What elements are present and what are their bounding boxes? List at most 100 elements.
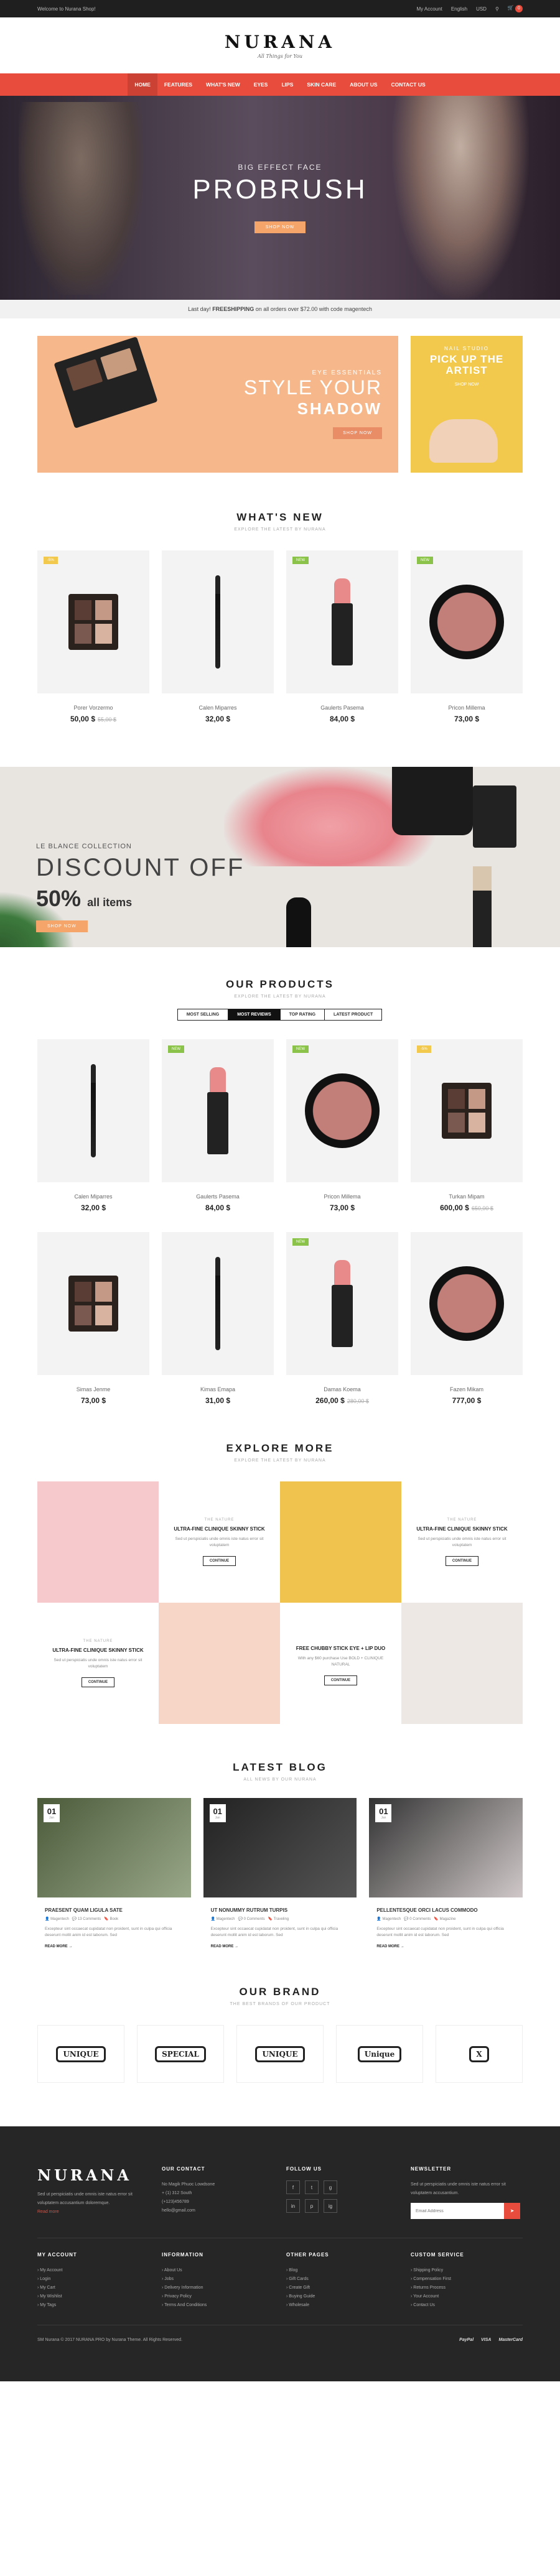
site-logo[interactable]: NURANA (225, 32, 335, 52)
footer-link[interactable]: › My Tags (37, 2301, 149, 2310)
nav-whats-new[interactable]: WHAT'S NEW (199, 73, 247, 96)
footer-link[interactable]: › My Account (37, 2266, 149, 2275)
nav-about-us[interactable]: ABOUT US (343, 73, 384, 96)
newsletter-submit-icon[interactable]: ➤ (504, 2203, 520, 2219)
footer-link[interactable]: › Delivery Information (162, 2284, 274, 2292)
hero-shop-button[interactable]: SHOP NOW (254, 221, 306, 233)
newsletter-email-input[interactable] (411, 2203, 504, 2219)
blog-read-more[interactable]: READ MORE → (203, 1945, 357, 1948)
product-name[interactable]: Porer Vorzermo (37, 705, 149, 711)
footer-readmore[interactable]: Read more (37, 2208, 149, 2217)
product-name[interactable]: Gaulerts Pasema (162, 1193, 274, 1200)
blog-card[interactable]: 01 Jan PRAESENT QUAM LIGULA SATE 👤 Magent… (37, 1798, 191, 1948)
brand-logo[interactable]: Unique (336, 2025, 423, 2083)
discount-banner[interactable]: LE BLANCE COLLECTION DISCOUNT OFF 50% al… (0, 767, 560, 947)
blog-read-more[interactable]: READ MORE → (369, 1945, 523, 1948)
social-icon[interactable]: f (286, 2180, 300, 2194)
whats-new-card[interactable]: -5% Porer Vorzermo 50,00 $55,00 $ (37, 550, 149, 723)
footer-link[interactable]: › Returns Process (411, 2284, 523, 2292)
promo1-button[interactable]: SHOP NOW (333, 427, 382, 439)
blog-image[interactable]: 01 Jan (37, 1798, 191, 1897)
social-icon[interactable]: ig (324, 2199, 337, 2213)
footer-link[interactable]: › Compensation First (411, 2275, 523, 2284)
footer-link[interactable]: › Jobs (162, 2275, 274, 2284)
blog-title[interactable]: PELLENTESQUE ORCI LACUS COMMODO (369, 1907, 523, 1913)
product-name[interactable]: Damas Koema (286, 1386, 398, 1392)
blog-image[interactable]: 01 Jan (203, 1798, 357, 1897)
cart-icon[interactable]: 🛒 0 (508, 5, 523, 12)
brand-logo[interactable]: X (436, 2025, 523, 2083)
product-name[interactable]: Calen Miparres (37, 1193, 149, 1200)
explore-continue-button[interactable]: CONTINUE (324, 1675, 358, 1685)
product-name[interactable]: Pricon Millema (411, 705, 523, 711)
product-image[interactable]: NEW (411, 550, 523, 693)
nav-skin-care[interactable]: SKIN CARE (300, 73, 343, 96)
footer-link[interactable]: › Gift Cards (286, 2275, 398, 2284)
social-icon[interactable]: g (324, 2180, 337, 2194)
footer-link[interactable]: › Contact Us (411, 2301, 523, 2310)
language-select[interactable]: English (451, 6, 467, 12)
product-image[interactable] (37, 1232, 149, 1375)
footer-link[interactable]: › Terms And Conditions (162, 2301, 274, 2310)
whats-new-card[interactable]: NEW Gaulerts Pasema 84,00 $ (286, 550, 398, 723)
search-icon[interactable]: ⚲ (495, 6, 499, 12)
social-icon[interactable]: p (305, 2199, 319, 2213)
promo2-button[interactable]: SHOP NOW (455, 382, 479, 387)
footer-link[interactable]: › About Us (162, 2266, 274, 2275)
footer-link[interactable]: › Privacy Policy (162, 2292, 274, 2301)
product-image[interactable]: NEW (286, 550, 398, 693)
promo-eye-shadow[interactable]: EYE ESSENTIALS STYLE YOUR SHADOW SHOP NO… (37, 336, 398, 473)
footer-link[interactable]: › Login (37, 2275, 149, 2284)
tab-latest-product[interactable]: LATEST PRODUCT (324, 1009, 383, 1021)
whats-new-card[interactable]: Calen Miparres 32,00 $ (162, 550, 274, 723)
promo-nail[interactable]: NAIL STUDIO PICK UP THE ARTIST SHOP NOW (411, 336, 523, 473)
tab-most-reviews[interactable]: MOST REVIEWS (228, 1009, 281, 1021)
product-card[interactable]: Calen Miparres 32,00 $ (37, 1039, 149, 1212)
my-account-link[interactable]: My Account (416, 6, 442, 12)
brand-logo[interactable]: UNIQUE (236, 2025, 324, 2083)
product-image[interactable]: NEW (162, 1039, 274, 1182)
blog-card[interactable]: 01 Jan PELLENTESQUE ORCI LACUS COMMODO 👤 … (369, 1798, 523, 1948)
product-image[interactable]: NEW (286, 1232, 398, 1375)
product-card[interactable]: -5% Turkan Mipam 600,00 $650,00 $ (411, 1039, 523, 1212)
product-card[interactable]: Simas Jenme 73,00 $ (37, 1232, 149, 1405)
nav-features[interactable]: FEATURES (157, 73, 199, 96)
footer-email[interactable]: hello@gmail.com (162, 2207, 274, 2215)
footer-link[interactable]: › Shipping Policy (411, 2266, 523, 2275)
product-image[interactable]: -5% (37, 550, 149, 693)
product-image[interactable] (162, 1232, 274, 1375)
footer-link[interactable]: › My Wishlist (37, 2292, 149, 2301)
social-icon[interactable]: in (286, 2199, 300, 2213)
tab-top-rating[interactable]: TOP RATING (279, 1009, 325, 1021)
product-card[interactable]: Fazen Mikam 777,00 $ (411, 1232, 523, 1405)
product-image[interactable] (37, 1039, 149, 1182)
footer-link[interactable]: › Your Account (411, 2292, 523, 2301)
brand-logo[interactable]: UNIQUE (37, 2025, 124, 2083)
product-image[interactable] (162, 550, 274, 693)
product-image[interactable]: -5% (411, 1039, 523, 1182)
nav-contact-us[interactable]: CONTACT US (385, 73, 432, 96)
footer-link[interactable]: › Wholesale (286, 2301, 398, 2310)
footer-link[interactable]: › Blog (286, 2266, 398, 2275)
product-card[interactable]: Kimas Emapa 31,00 $ (162, 1232, 274, 1405)
product-name[interactable]: Gaulerts Pasema (286, 705, 398, 711)
blog-card[interactable]: 01 Jan UT NONUMMY RUTRUM TURPIS 👤 Magente… (203, 1798, 357, 1948)
currency-select[interactable]: USD (476, 6, 487, 12)
explore-continue-button[interactable]: CONTINUE (445, 1556, 479, 1566)
explore-continue-button[interactable]: CONTINUE (202, 1556, 236, 1566)
whats-new-card[interactable]: NEW Pricon Millema 73,00 $ (411, 550, 523, 723)
product-image[interactable] (411, 1232, 523, 1375)
blog-image[interactable]: 01 Jan (369, 1798, 523, 1897)
tab-most-selling[interactable]: MOST SELLING (177, 1009, 229, 1021)
product-name[interactable]: Fazen Mikam (411, 1386, 523, 1392)
brand-logo[interactable]: SPECIAL (137, 2025, 224, 2083)
blog-read-more[interactable]: READ MORE → (37, 1945, 191, 1948)
product-card[interactable]: NEW Damas Koema 260,00 $280,00 $ (286, 1232, 398, 1405)
footer-link[interactable]: › My Cart (37, 2284, 149, 2292)
product-name[interactable]: Turkan Mipam (411, 1193, 523, 1200)
footer-link[interactable]: › Buying Guide (286, 2292, 398, 2301)
product-card[interactable]: NEW Gaulerts Pasema 84,00 $ (162, 1039, 274, 1212)
product-card[interactable]: NEW Pricon Millema 73,00 $ (286, 1039, 398, 1212)
blog-title[interactable]: UT NONUMMY RUTRUM TURPIS (203, 1907, 357, 1913)
discount-button[interactable]: SHOP NOW (36, 920, 88, 932)
